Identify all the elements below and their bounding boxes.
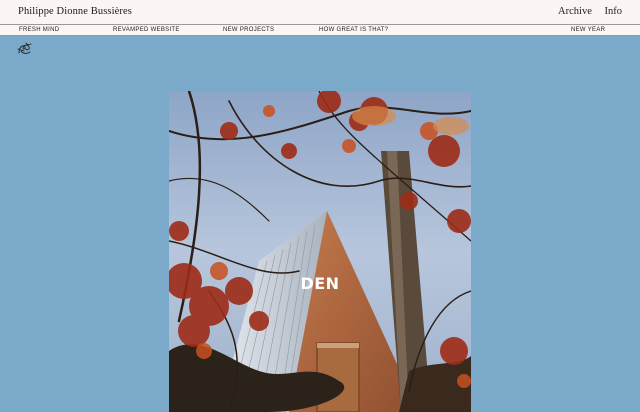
squiggle-logo-icon[interactable] [17, 41, 33, 56]
ticker-item[interactable]: NEW PROJECTS [223, 27, 274, 33]
ticker-item[interactable]: REVAMPED WEBSITE [113, 27, 180, 33]
nav-info-link[interactable]: Info [605, 6, 623, 17]
main-nav: Archive Info [548, 6, 622, 17]
project-title[interactable]: DEN [169, 274, 471, 293]
project-photo[interactable]: DEN [169, 91, 471, 412]
site-title[interactable]: Philippe Dionne Bussières [18, 6, 132, 17]
ticker-item[interactable]: FRESH MIND [19, 27, 59, 33]
autumn-building-image [169, 91, 471, 412]
nav-archive-link[interactable]: Archive [558, 6, 592, 17]
news-ticker: FRESH MIND REVAMPED WEBSITE NEW PROJECTS… [0, 25, 640, 36]
ticker-item[interactable]: NEW YEAR [571, 27, 605, 33]
top-bar: Philippe Dionne Bussières Archive Info [0, 0, 640, 25]
ticker-item[interactable]: HOW GREAT IS THAT? [319, 27, 388, 33]
